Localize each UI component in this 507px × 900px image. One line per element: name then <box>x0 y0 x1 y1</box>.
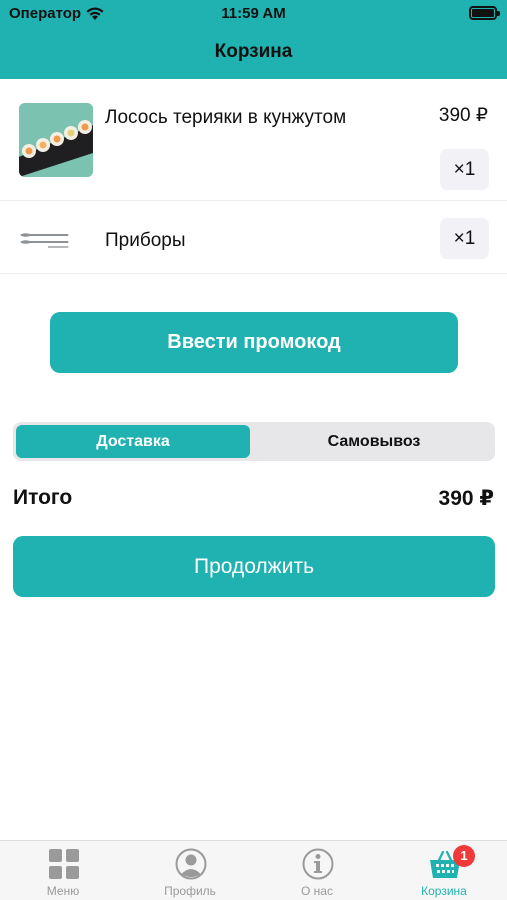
page-title: Корзина <box>214 41 293 62</box>
grid-icon <box>48 848 80 880</box>
delivery-segmented-control: Доставка Самовывоз <box>13 422 495 461</box>
quantity-button[interactable]: ×1 <box>440 218 489 259</box>
cart-badge: 1 <box>453 845 475 867</box>
info-icon <box>302 848 334 880</box>
battery-icon <box>469 6 500 20</box>
tab-cart[interactable]: 1 Корзина <box>381 841 507 900</box>
tab-menu[interactable]: Меню <box>0 841 126 900</box>
cutlery-icon <box>18 228 70 250</box>
tab-bar: Меню Профиль О нас 1 Корзина <box>0 840 507 900</box>
tab-label: Профиль <box>164 884 216 898</box>
segment-pickup[interactable]: Самовывоз <box>257 425 491 458</box>
item-price: 390 ₽ <box>438 105 488 126</box>
sushi-roll-photo <box>19 103 93 177</box>
profile-icon <box>175 848 207 880</box>
cart-item[interactable]: Приборы ×1 <box>0 202 507 274</box>
continue-button[interactable]: Продолжить <box>13 536 495 597</box>
cart-item[interactable]: Лосось терияки в кунжутом 390 ₽ ×1 <box>0 79 507 201</box>
status-bar: Оператор 11:59 AM <box>0 0 507 30</box>
total-value: 390 ₽ <box>438 487 494 510</box>
header-bar: Оператор 11:59 AM Корзина <box>0 0 507 79</box>
item-name: Приборы <box>105 230 186 251</box>
promo-code-button[interactable]: Ввести промокод <box>50 312 458 373</box>
tab-label: Корзина <box>421 884 467 898</box>
status-time: 11:59 AM <box>221 5 286 22</box>
segment-delivery[interactable]: Доставка <box>16 425 250 458</box>
tab-label: О нас <box>301 884 333 898</box>
tab-profile[interactable]: Профиль <box>127 841 253 900</box>
total-label: Итого <box>13 486 73 509</box>
quantity-button[interactable]: ×1 <box>440 149 489 190</box>
tab-about[interactable]: О нас <box>254 841 380 900</box>
tab-label: Меню <box>46 884 80 898</box>
item-name: Лосось терияки в кунжутом <box>105 107 347 128</box>
